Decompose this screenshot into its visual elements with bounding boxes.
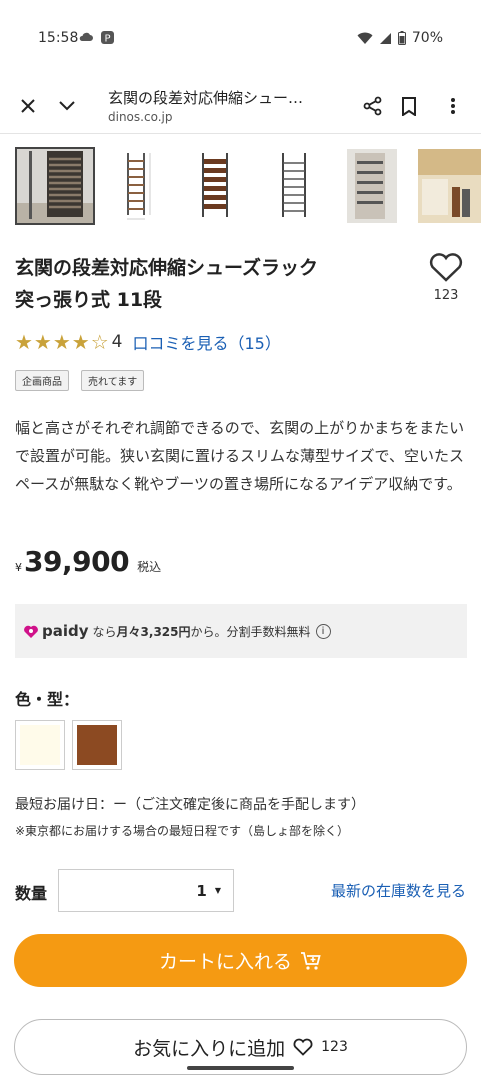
more-vert-icon xyxy=(451,98,455,114)
browser-top-bar: 玄関の段差対応伸縮シュー… dinos.co.jp xyxy=(0,78,481,134)
favorite-toggle[interactable]: 123 xyxy=(426,252,466,303)
paidy-banner[interactable]: paidy なら 月々3,325円 から。分割手数料無料 i xyxy=(15,604,467,658)
paidy-text-suffix: から。分割手数料無料 xyxy=(190,624,311,639)
badges: 企画商品 売れてます xyxy=(15,370,145,391)
badge-planned-product: 企画商品 xyxy=(15,370,69,391)
paidy-text-prefix: なら xyxy=(92,624,117,639)
share-icon xyxy=(363,96,382,116)
battery-percent: 70% xyxy=(411,30,443,46)
share-button[interactable] xyxy=(357,90,389,122)
rating-stars: ★★★★☆ xyxy=(15,330,110,354)
product-description: 幅と高さがそれぞれ調節できるので、玄関の上がりかまちをまたいで設置が可能。狭い玄… xyxy=(15,419,465,493)
product-title-line1: 玄関の段差対応伸縮シューズラック xyxy=(15,257,319,279)
chevron-down-icon xyxy=(59,101,75,111)
swatch-brown[interactable] xyxy=(72,720,122,770)
thumbnail-1[interactable] xyxy=(15,147,95,225)
battery-icon xyxy=(397,31,406,45)
price: ¥ 39,900 税込 xyxy=(15,545,161,578)
paidy-logo-text: paidy xyxy=(42,622,89,640)
add-to-cart-button[interactable]: カートに入れる xyxy=(14,934,467,987)
favorites-count: 123 xyxy=(321,1039,348,1055)
close-icon xyxy=(21,99,35,113)
favorite-count: 123 xyxy=(433,288,459,303)
product-image-entrance xyxy=(347,149,397,223)
product-image-dimensions xyxy=(127,153,151,220)
delivery-date: 最短お届け日：ー（ご注文確定後に商品を手配します） xyxy=(15,797,365,813)
page-title[interactable]: 玄関の段差対応伸縮シュー… xyxy=(108,87,303,108)
bookmark-button[interactable] xyxy=(393,90,425,122)
product-image-room xyxy=(17,149,93,223)
price-tax-label: 税込 xyxy=(137,560,162,574)
status-time: 15:58 xyxy=(38,30,79,46)
image-thumbnails xyxy=(0,146,481,228)
add-to-favorites-label: お気に入りに追加 xyxy=(133,1037,286,1060)
svg-text:P: P xyxy=(104,34,110,45)
review-link[interactable]: 口コミを見る（15） xyxy=(132,330,280,354)
swatch-brown-color xyxy=(77,725,117,765)
heart-icon xyxy=(429,253,463,282)
quantity-value: 1 xyxy=(196,881,207,900)
app-notification-icon: P xyxy=(101,31,114,45)
expand-button[interactable] xyxy=(51,90,83,122)
price-currency: ¥ xyxy=(15,561,22,574)
signal-icon xyxy=(379,32,391,44)
thumbnail-5[interactable] xyxy=(347,149,423,223)
product-image-filled xyxy=(202,153,228,217)
paidy-logo: paidy xyxy=(23,622,89,640)
add-to-cart-label: カートに入れる xyxy=(158,951,292,973)
cart-add-icon xyxy=(301,951,321,970)
swatch-white[interactable] xyxy=(15,720,65,770)
status-left-icons: P xyxy=(78,30,115,45)
product-image-boots xyxy=(418,149,481,223)
heart-outline-icon xyxy=(293,1038,313,1056)
status-right: 70% xyxy=(357,30,443,46)
product-image-empty xyxy=(282,153,306,217)
page-url[interactable]: dinos.co.jp xyxy=(108,110,172,124)
cloud-icon xyxy=(79,32,93,41)
quantity-label: 数量 xyxy=(15,884,48,903)
swatch-white-color xyxy=(20,725,60,765)
color-type-label: 色・型： xyxy=(15,690,80,709)
dropdown-caret-icon: ▼ xyxy=(214,886,221,895)
gesture-nav-handle[interactable] xyxy=(187,1066,294,1070)
info-icon[interactable]: i xyxy=(315,623,331,639)
bookmark-icon xyxy=(402,96,416,116)
more-menu-button[interactable] xyxy=(437,90,469,122)
wifi-icon xyxy=(357,32,373,44)
thumbnail-4[interactable] xyxy=(258,149,334,223)
thumbnail-2[interactable] xyxy=(110,149,186,223)
product-title: 玄関の段差対応伸縮シューズラック 突っ張り式 11段 xyxy=(15,252,395,316)
rating-value: 4 xyxy=(111,332,123,352)
paidy-heart-icon xyxy=(24,625,38,638)
close-button[interactable] xyxy=(12,90,44,122)
status-bar: 15:58 P 70% xyxy=(0,0,481,78)
quantity-select[interactable]: 1 ▼ xyxy=(58,869,234,912)
thumbnail-3[interactable] xyxy=(184,149,260,223)
rating-row: ★★★★☆ 4 口コミを見る（15） xyxy=(15,330,281,354)
paidy-monthly-amount: 月々3,325円 xyxy=(116,624,191,639)
price-value: 39,900 xyxy=(24,545,130,578)
product-title-line2: 突っ張り式 11段 xyxy=(15,289,163,311)
thumbnail-6[interactable] xyxy=(418,149,481,223)
badge-best-seller: 売れてます xyxy=(81,370,145,391)
delivery-note: ※東京都にお届けする場合の最短日程です（島しょ部を除く） xyxy=(15,824,350,838)
stock-link[interactable]: 最新の在庫数を見る xyxy=(331,880,466,901)
